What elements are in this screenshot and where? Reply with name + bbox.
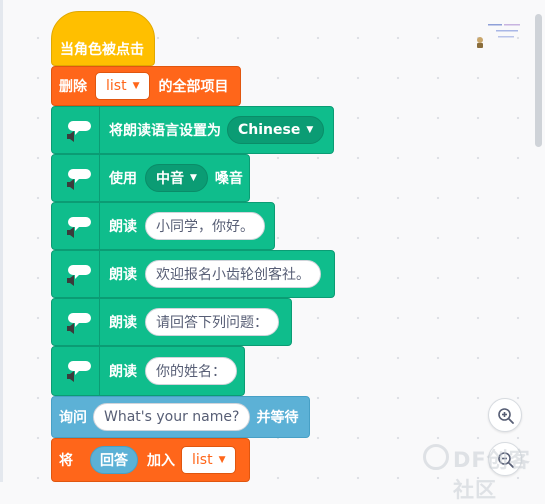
speech-bubble-speaker-icon [52, 107, 100, 153]
add-to-list-block[interactable]: 将 回答 加入 list ▼ [51, 438, 250, 482]
speak-block[interactable]: 朗读 请回答下列问题： [51, 298, 292, 346]
speak-label: 朗读 [109, 219, 137, 235]
set-language-label: 将朗读语言设置为 [109, 123, 221, 139]
script-workspace[interactable]: 当角色被点击 删除 list ▼ 的全部项目 将朗读语言设置为 Chinese … [0, 0, 545, 502]
ask-question-input[interactable]: What's your name? [93, 403, 251, 431]
workspace-left-edge [0, 0, 3, 482]
add-middle-label: 加入 [147, 453, 175, 469]
speak-block[interactable]: 朗读 你的姓名： [51, 346, 245, 396]
speech-bubble-speaker-icon [52, 347, 100, 395]
minimap-lines-icon [488, 24, 520, 38]
speak-block[interactable]: 朗读 小同学，你好。 [51, 202, 275, 250]
list-dropdown-value: list [192, 452, 213, 468]
voice-prefix-label: 使用 [109, 171, 137, 187]
watermark-logo-icon [423, 444, 449, 470]
speak-block[interactable]: 朗读 欢迎报名小齿轮创客社。 [51, 250, 335, 298]
zoom-in-icon [498, 408, 514, 424]
ask-and-wait-block[interactable]: 询问 What's your name? 并等待 [51, 396, 310, 438]
hat-block-label: 当角色被点击 [60, 41, 144, 58]
list-dropdown[interactable]: list ▼ [181, 446, 237, 474]
delete-label: 删除 [59, 79, 87, 95]
speak-label: 朗读 [109, 267, 137, 283]
answer-reporter[interactable]: 回答 [90, 446, 138, 474]
ask-label: 询问 [59, 410, 87, 426]
ask-wait-label: 并等待 [256, 410, 299, 426]
set-voice-block[interactable]: 使用 中音 ▼ 嗓音 [51, 154, 250, 202]
language-dropdown-value: Chinese [238, 122, 301, 138]
watermark-text: DF创客社区 [453, 448, 531, 502]
speech-bubble-speaker-icon [52, 251, 100, 297]
sprite-thumbnail-icon [477, 37, 483, 48]
list-dropdown[interactable]: list ▼ [95, 72, 151, 100]
set-speech-language-block[interactable]: 将朗读语言设置为 Chinese ▼ [51, 106, 334, 154]
speak-label: 朗读 [109, 364, 137, 380]
site-watermark: DF创客社区 [423, 441, 533, 502]
caret-down-icon: ▼ [190, 173, 197, 183]
voice-suffix-label: 嗓音 [214, 171, 243, 187]
speech-bubble-speaker-icon [52, 299, 100, 345]
speak-text-input[interactable]: 你的姓名： [145, 357, 237, 385]
voice-dropdown-value: 中音 [156, 171, 184, 187]
add-prefix-label: 将 [59, 453, 73, 469]
zoom-in-button[interactable] [488, 398, 522, 432]
speech-bubble-speaker-icon [52, 203, 100, 249]
list-dropdown-value: list [106, 78, 127, 94]
when-sprite-clicked-block[interactable]: 当角色被点击 [51, 11, 155, 66]
speak-text-input[interactable]: 请回答下列问题： [145, 308, 279, 336]
language-dropdown[interactable]: Chinese ▼ [227, 116, 325, 144]
caret-down-icon: ▼ [218, 455, 226, 465]
speak-text-input[interactable]: 欢迎报名小齿轮创客社。 [145, 260, 321, 288]
voice-dropdown[interactable]: 中音 ▼ [145, 164, 208, 192]
speak-label: 朗读 [109, 315, 137, 331]
delete-all-of-list-block[interactable]: 删除 list ▼ 的全部项目 [51, 66, 241, 106]
speak-text-input[interactable]: 小同学，你好。 [145, 212, 265, 240]
caret-down-icon: ▼ [306, 125, 314, 135]
scrollbar-thumb[interactable] [535, 14, 542, 147]
speech-bubble-speaker-icon [52, 155, 100, 201]
caret-down-icon: ▼ [132, 81, 140, 91]
delete-suffix-label: 的全部项目 [158, 79, 229, 95]
